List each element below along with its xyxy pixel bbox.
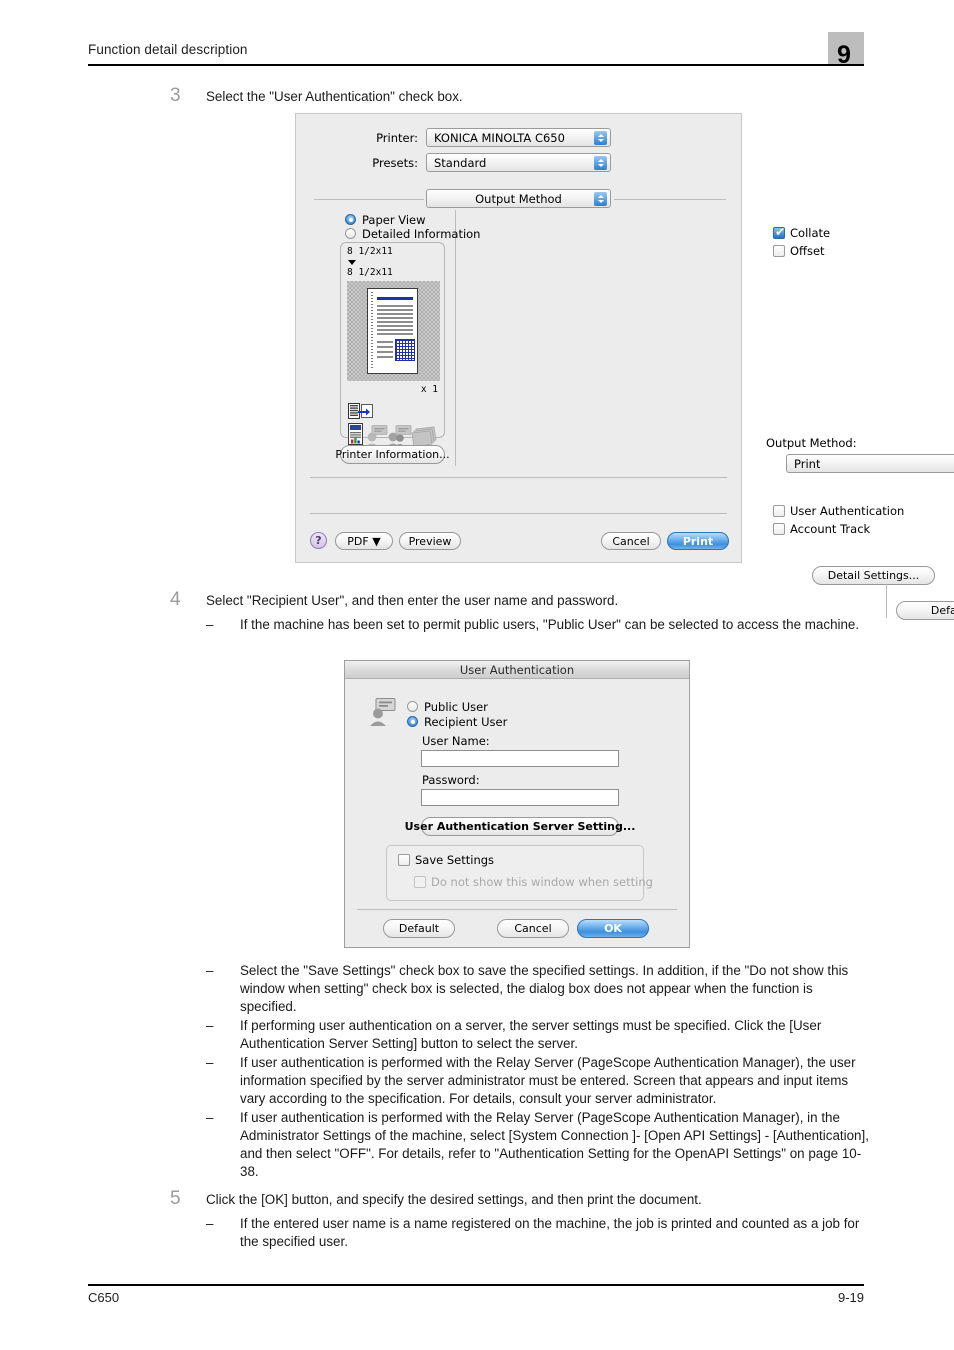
- print-button[interactable]: Print: [667, 532, 729, 550]
- list-item: – If the machine has been set to permit …: [206, 616, 870, 634]
- bullet-dash: –: [206, 1110, 214, 1125]
- bullet-text: If user authentication is performed with…: [240, 1055, 856, 1106]
- bullet-text: If performing user authentication on a s…: [240, 1018, 822, 1051]
- user-auth-server-setting-button[interactable]: User Authentication Server Setting...: [405, 817, 635, 836]
- checkbox-collate[interactable]: [773, 225, 786, 239]
- checkbox-account-track[interactable]: [773, 523, 785, 535]
- header-rule: [88, 64, 864, 66]
- checkbox-save-settings-label: Save Settings: [415, 853, 495, 867]
- radio-public-user[interactable]: [407, 701, 418, 712]
- step-3-number: 3: [170, 85, 181, 106]
- cancel-button[interactable]: Cancel: [601, 532, 661, 550]
- radio-public-user-label: Public User: [424, 700, 488, 714]
- bullet-text: Select the "Save Settings" check box to …: [240, 963, 849, 1014]
- pdf-button[interactable]: PDF ▼: [335, 532, 393, 550]
- default-row-divider: [886, 584, 887, 618]
- auth-ok-button[interactable]: OK: [577, 919, 649, 938]
- user-authentication-dialog: User Authentication Public User Recipien…: [344, 660, 690, 948]
- auth-footer-rule: [357, 909, 677, 910]
- radio-recipient-user[interactable]: [407, 716, 418, 727]
- output-method-label: Output Method:: [766, 436, 857, 450]
- dialog-title: User Authentication: [345, 661, 689, 679]
- checkbox-do-not-show[interactable]: [414, 876, 426, 888]
- user-avatar-icon: [367, 697, 397, 732]
- checkbox-do-not-show-label: Do not show this window when setting: [431, 875, 653, 889]
- step-5-bullets: – If the entered user name is a name reg…: [206, 1215, 870, 1252]
- radio-recipient-user-label: Recipient User: [424, 715, 508, 729]
- bullet-dash: –: [206, 617, 214, 632]
- preview-button[interactable]: Preview: [399, 532, 461, 550]
- detail-settings-button[interactable]: Detail Settings...: [812, 566, 935, 585]
- footer-page-number: 9-19: [837, 1290, 864, 1305]
- checkbox-offset[interactable]: [773, 245, 785, 257]
- step-5-number: 5: [170, 1188, 181, 1209]
- auth-cancel-button[interactable]: Cancel: [497, 919, 569, 938]
- notes-after-dialog: – Select the "Save Settings" check box t…: [206, 962, 870, 1182]
- checkbox-user-authentication[interactable]: [773, 505, 785, 517]
- output-method-select[interactable]: Print: [786, 454, 954, 473]
- user-avatar-icon-svg: [370, 698, 396, 726]
- help-button[interactable]: ?: [310, 532, 327, 549]
- password-input[interactable]: [421, 789, 619, 806]
- password-label: Password:: [422, 773, 480, 787]
- step-5-text: Click the [OK] button, and specify the d…: [206, 1192, 702, 1207]
- page-title: Function detail description: [88, 42, 248, 57]
- bullet-dash: –: [206, 1216, 214, 1231]
- step-4-number: 4: [170, 589, 181, 610]
- bullet-dash: –: [206, 1018, 214, 1033]
- list-item: – If user authentication is performed wi…: [206, 1054, 870, 1108]
- page-footer: C650 9-19: [88, 1284, 864, 1308]
- checkbox-offset-label: Offset: [790, 244, 825, 258]
- default-button[interactable]: Default: [896, 601, 954, 620]
- bullet-dash: –: [206, 1055, 214, 1070]
- page-header: Function detail description 9: [88, 32, 864, 69]
- checkbox-save-settings[interactable]: [398, 854, 410, 866]
- list-item: – If performing user authentication on a…: [206, 1017, 870, 1053]
- output-method-value: Print: [794, 456, 821, 471]
- bullet-dash: –: [206, 963, 214, 978]
- print-dialog-footer: ? PDF ▼ Preview Cancel Print: [295, 113, 742, 563]
- step-4-bullets: – If the machine has been set to permit …: [206, 616, 870, 635]
- list-item: – If user authentication is performed wi…: [206, 1109, 870, 1181]
- bullet-text: If the entered user name is a name regis…: [240, 1216, 860, 1249]
- step-3-text: Select the "User Authentication" check b…: [206, 89, 463, 104]
- footer-model: C650: [88, 1290, 120, 1305]
- help-button-label: ?: [315, 534, 322, 547]
- user-name-input[interactable]: [421, 750, 619, 767]
- bullet-text: If user authentication is performed with…: [240, 1110, 869, 1179]
- checkbox-user-authentication-label: User Authentication: [790, 504, 905, 518]
- checkbox-account-track-label: Account Track: [790, 522, 871, 536]
- list-item: – Select the "Save Settings" check box t…: [206, 962, 870, 1016]
- user-name-label: User Name:: [422, 734, 490, 748]
- auth-default-button[interactable]: Default: [383, 919, 455, 938]
- list-item: – If the entered user name is a name reg…: [206, 1215, 870, 1251]
- bullet-text: If the machine has been set to permit pu…: [240, 617, 860, 632]
- checkbox-collate-label: Collate: [790, 226, 831, 240]
- step-4-text: Select "Recipient User", and then enter …: [206, 593, 619, 608]
